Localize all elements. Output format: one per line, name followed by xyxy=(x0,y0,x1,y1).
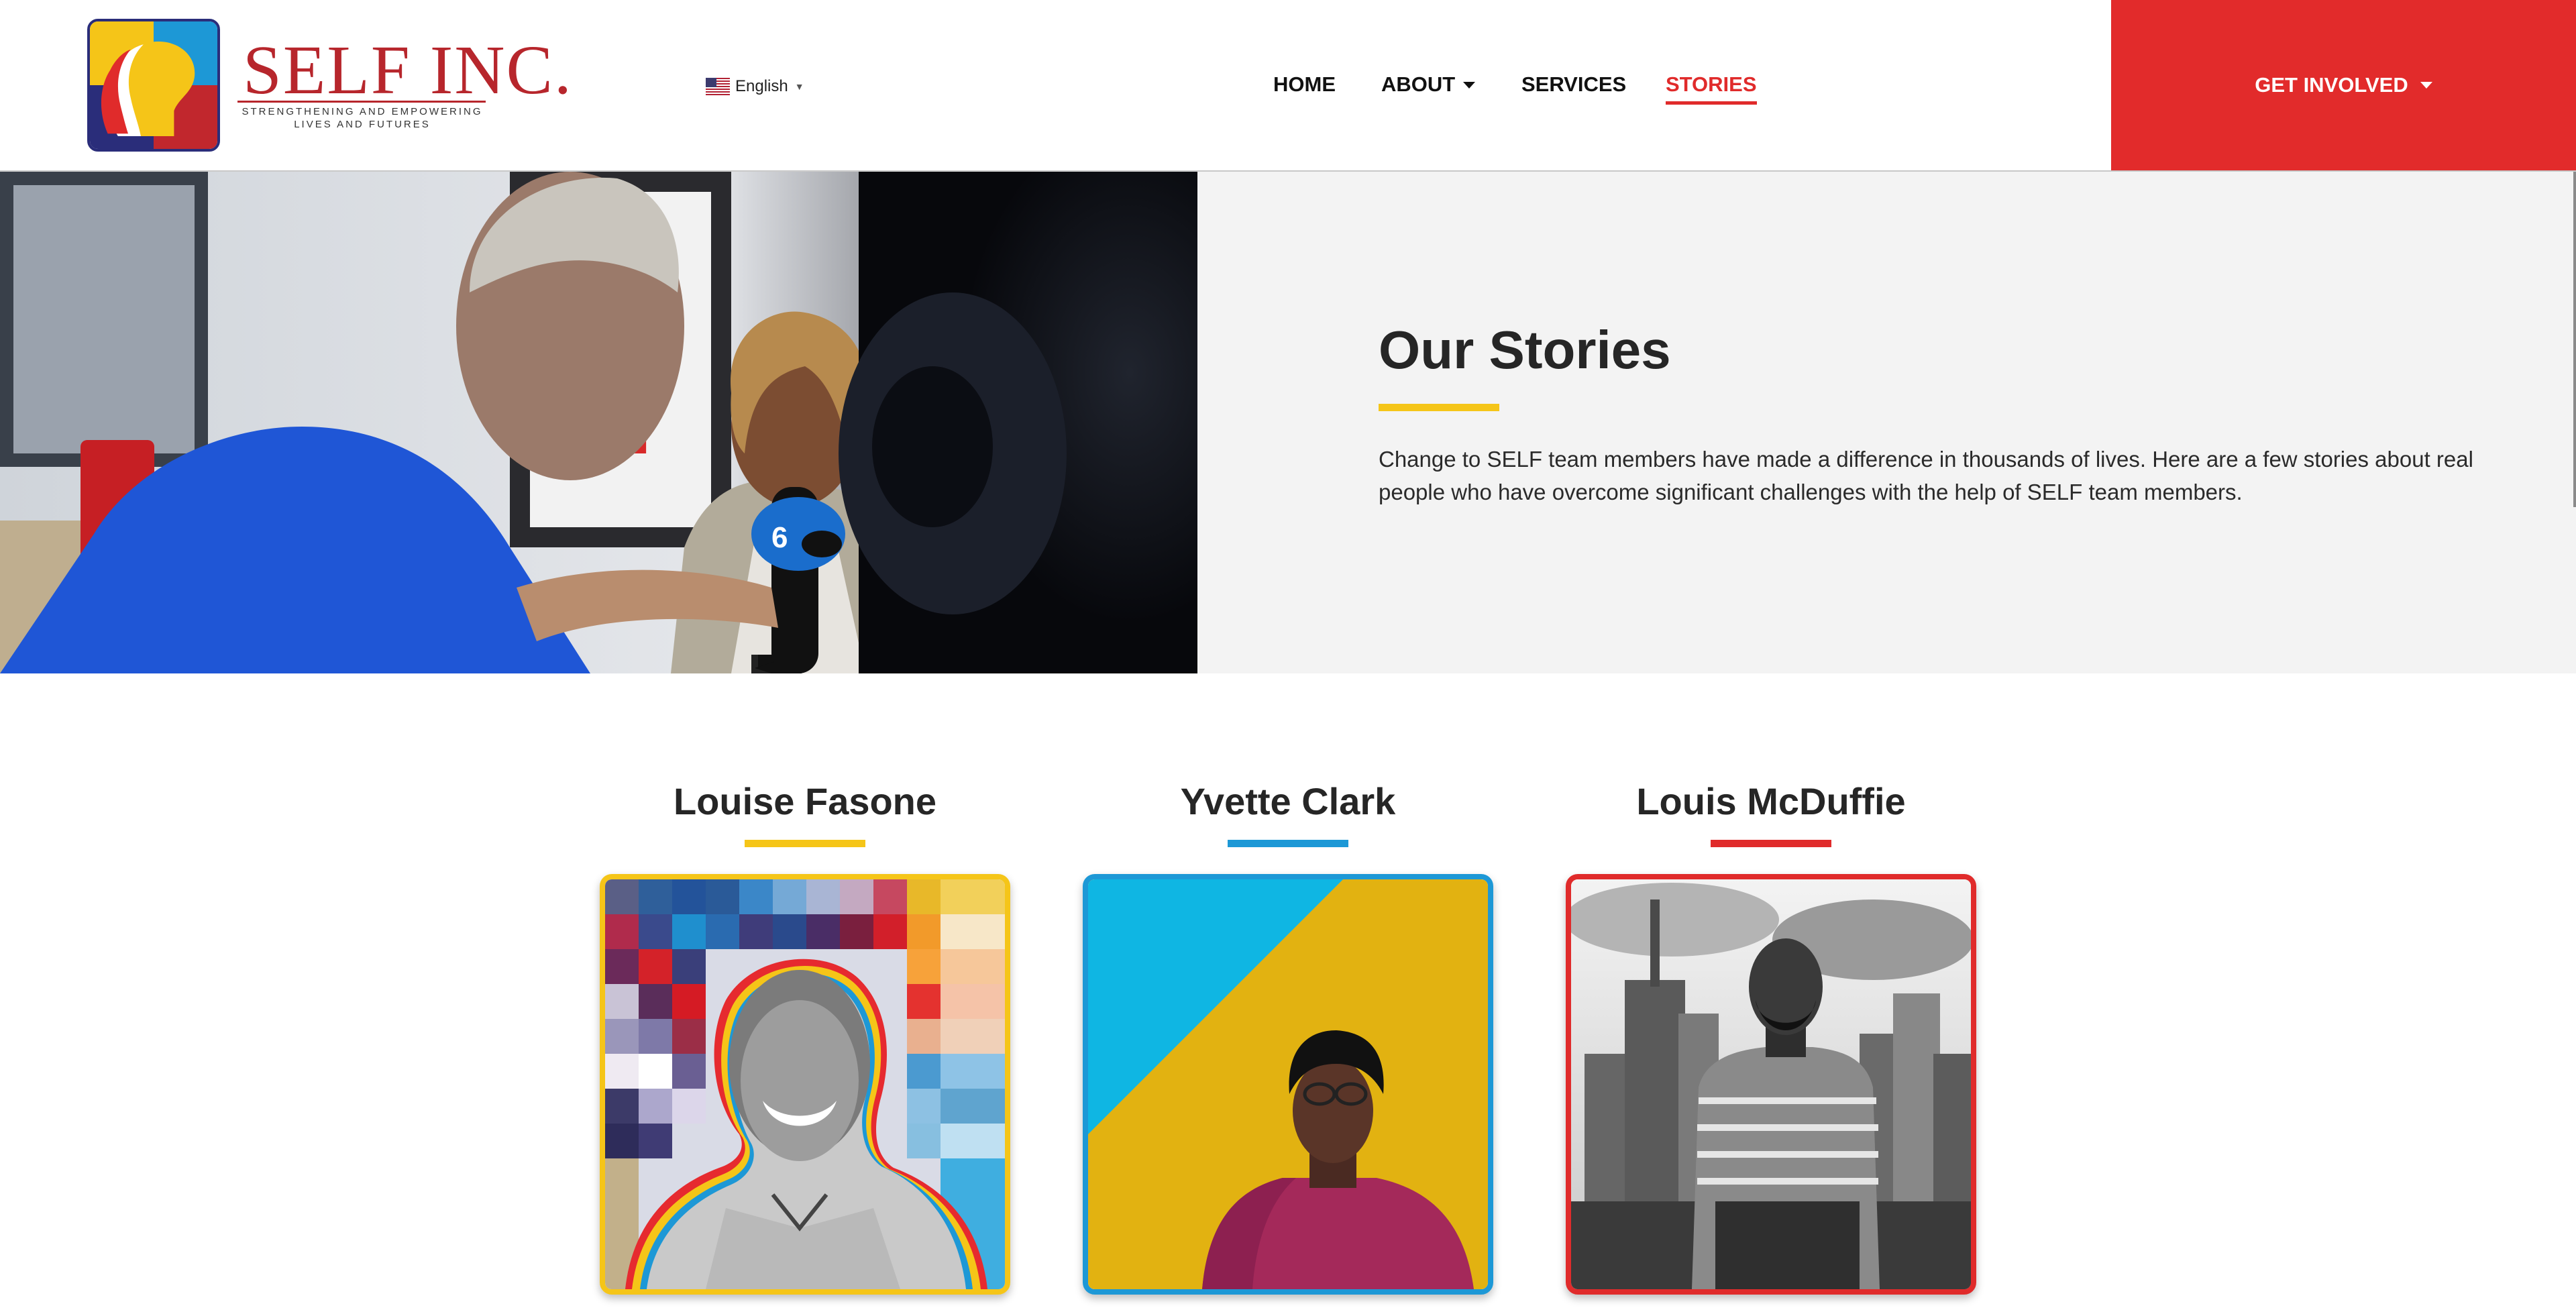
chevron-down-icon: ▼ xyxy=(794,81,804,92)
hero-description: Change to SELF team members have made a … xyxy=(1379,447,2473,504)
story-card-yvette-clark[interactable]: Yvette Clark xyxy=(1083,778,1493,1295)
us-flag-icon xyxy=(706,78,730,95)
hero-photo: Lf 6 xyxy=(0,172,1197,673)
language-selector[interactable]: English ▼ xyxy=(706,76,804,97)
brand-tagline-line1: STRENGTHENING AND EMPOWERING xyxy=(241,106,483,117)
story-card-louis-mcduffie[interactable]: Louis McDuffie xyxy=(1566,778,1976,1295)
brand-tagline: STRENGTHENING AND EMPOWERING LIVES AND F… xyxy=(235,105,490,131)
nav-stories[interactable]: STORIES xyxy=(1666,71,1757,105)
language-label: English xyxy=(735,77,788,95)
get-involved-button[interactable]: GET INVOLVED xyxy=(2111,0,2576,170)
nav-services-label: SERVICES xyxy=(1521,72,1627,96)
story-name-underline xyxy=(745,840,865,847)
nav-about[interactable]: ABOUT xyxy=(1381,71,1476,105)
story-name: Louis McDuffie xyxy=(1636,780,1906,822)
get-involved-label: GET INVOLVED xyxy=(2255,73,2408,97)
scrollbar[interactable] xyxy=(2573,172,2576,507)
nav-home-label: HOME xyxy=(1273,72,1336,96)
story-name-underline xyxy=(1711,840,1831,847)
story-name: Louise Fasone xyxy=(673,780,937,822)
brand-wordmark[interactable]: SELF INC. STRENGTHENING AND EMPOWERING L… xyxy=(235,34,572,134)
brand-rule xyxy=(237,101,486,103)
hero-panel: Our Stories Change to SELF team members … xyxy=(1197,172,2576,673)
logo-icon[interactable] xyxy=(87,19,220,152)
title-underline xyxy=(1379,404,1499,411)
brand-tagline-line2: LIVES AND FUTURES xyxy=(294,119,431,130)
page-title: Our Stories xyxy=(1379,320,1671,380)
nav-home[interactable]: HOME xyxy=(1273,71,1336,105)
caret-down-icon xyxy=(1463,82,1476,89)
story-name: Yvette Clark xyxy=(1180,780,1396,822)
nav-about-label: ABOUT xyxy=(1381,72,1456,96)
nav-services[interactable]: SERVICES xyxy=(1521,71,1626,105)
story-name-underline xyxy=(1228,840,1348,847)
svg-text:6: 6 xyxy=(771,521,788,554)
site-header: SELF INC. STRENGTHENING AND EMPOWERING L… xyxy=(0,0,2576,171)
story-photo[interactable] xyxy=(1566,874,1976,1295)
story-card-louise-fasone[interactable]: Louise Fasone xyxy=(600,778,1010,1295)
brand-name: SELF INC. xyxy=(243,32,573,109)
caret-down-icon xyxy=(2420,82,2432,89)
nav-stories-label: STORIES xyxy=(1666,72,1757,96)
story-photo[interactable] xyxy=(1083,874,1493,1295)
story-photo[interactable] xyxy=(600,874,1010,1295)
